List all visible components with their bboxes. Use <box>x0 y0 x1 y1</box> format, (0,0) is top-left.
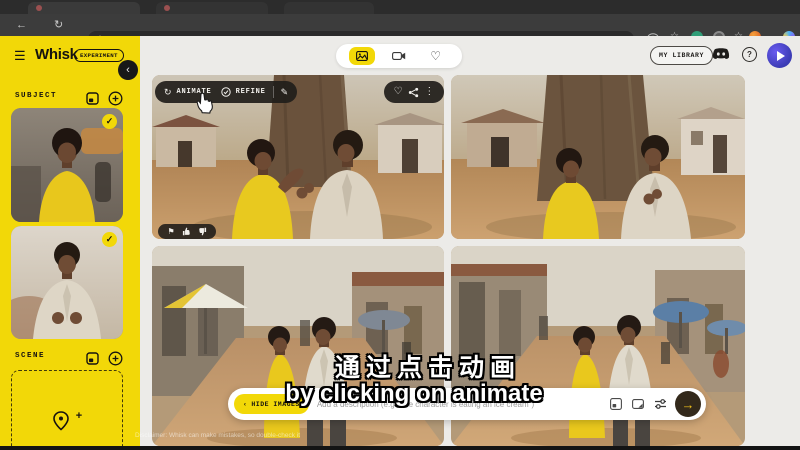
heart-icon: ♡ <box>430 50 441 62</box>
browser-toolbar: ← ↻ https://labs.google/fx/tools/whisk/p… <box>0 14 800 36</box>
tab-favicon <box>164 5 170 11</box>
browser-tab[interactable] <box>28 2 140 14</box>
subject-image-frame-icon[interactable] <box>84 90 100 106</box>
subject-thumbnail-man[interactable]: ✓ <box>11 226 123 339</box>
refine-button[interactable]: REFINE <box>236 88 266 96</box>
subject-section-label: SUBJECT <box>15 92 57 100</box>
whisk-app-window: ← ↻ https://labs.google/fx/tools/whisk/p… <box>0 0 800 450</box>
avatar-logo <box>777 51 785 61</box>
back-icon[interactable]: ← <box>16 17 27 33</box>
disclaimer-text: Disclaimer: Whisk can make mistakes, so … <box>135 432 300 439</box>
browser-tab[interactable] <box>156 2 268 14</box>
video-mode-icon[interactable] <box>386 47 412 65</box>
photo-couple-under-tree-2 <box>451 75 745 239</box>
refresh-icon[interactable]: ↻ <box>54 17 63 33</box>
browser-tab-strip <box>0 0 800 14</box>
image-options-toolbar: ♡ ⋮ <box>384 81 444 103</box>
toolbar-divider <box>273 86 274 98</box>
menu-icon[interactable]: ☰ <box>14 48 26 64</box>
profile-avatar[interactable] <box>767 43 792 68</box>
tab-favicon <box>36 5 42 11</box>
report-flag-icon[interactable]: ⚑ <box>167 228 174 236</box>
thumbs-down-icon[interactable] <box>198 227 207 236</box>
favorites-mode-icon[interactable]: ♡ <box>423 47 449 65</box>
images-mode-icon[interactable] <box>349 47 375 65</box>
view-mode-switcher: ♡ <box>336 44 462 68</box>
refine-icon <box>221 87 231 97</box>
app-title: Whisk <box>35 46 78 63</box>
share-icon[interactable] <box>408 87 419 98</box>
experiment-badge: EXPERIMENT <box>74 49 124 62</box>
help-button[interactable]: ? <box>742 47 757 62</box>
sidebar-collapse-button[interactable]: ‹ <box>118 60 138 80</box>
image-action-toolbar: ↻ ANIMATE REFINE ✎ <box>155 81 297 103</box>
animate-icon: ↻ <box>164 88 172 97</box>
subject-add-icon[interactable] <box>107 90 123 106</box>
browser-tab[interactable] <box>284 2 374 14</box>
image-feedback-toolbar: ⚑ <box>158 224 216 239</box>
location-pin-icon <box>52 411 70 431</box>
more-options-icon[interactable]: ⋮ <box>424 87 434 97</box>
subtitle-english: by clicking on animate <box>14 380 800 408</box>
plus-icon: + <box>76 410 82 422</box>
subtitle-chinese: 通过点击动画 <box>28 348 800 384</box>
selected-check-icon[interactable]: ✓ <box>102 114 117 129</box>
generated-image-2[interactable] <box>451 75 745 239</box>
generated-image-1[interactable]: ↻ ANIMATE REFINE ✎ ♡ ⋮ ⚑ <box>152 75 444 239</box>
selected-check-icon[interactable]: ✓ <box>102 232 117 247</box>
favorite-heart-icon[interactable]: ♡ <box>394 87 403 97</box>
discord-icon[interactable] <box>712 47 730 66</box>
thumbs-up-icon[interactable] <box>182 227 191 236</box>
my-library-button[interactable]: MY LIBRARY <box>650 46 713 65</box>
hand-cursor <box>194 92 213 114</box>
edit-prompt-icon[interactable]: ✎ <box>281 88 289 97</box>
subject-thumbnail-woman[interactable]: ✓ <box>11 108 123 222</box>
letterbox-bar <box>0 446 800 450</box>
